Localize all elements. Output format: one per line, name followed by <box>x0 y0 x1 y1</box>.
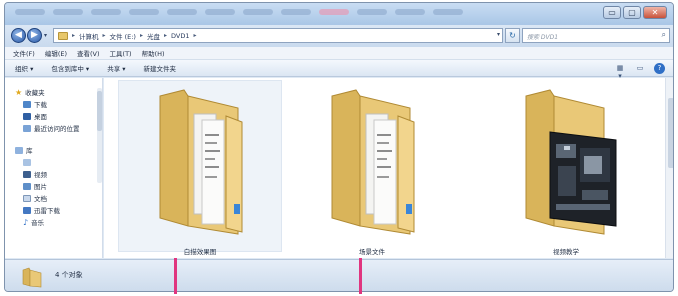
annotation-marker <box>359 258 362 294</box>
search-placeholder: 搜索 DVD1 <box>527 34 559 41</box>
include-in-library-button[interactable]: 包含到库中 ▾ <box>51 63 89 73</box>
star-icon: ★ <box>15 87 23 97</box>
nav-item-pictures[interactable]: 图片 <box>5 180 102 192</box>
close-button[interactable]: ✕ <box>643 6 667 19</box>
new-folder-button[interactable]: 新建文件夹 <box>144 63 177 73</box>
refresh-button[interactable]: ↻ <box>505 28 520 43</box>
folder-item[interactable]: 场景文件 <box>312 86 432 256</box>
navigation-pane: ★ 收藏夹 下载 桌面 最近访问的位置 库 视频 图片 文档 迅雷下载 ♪ 音乐 <box>5 78 103 258</box>
folder-label: 白描效果图 <box>183 248 217 256</box>
folder-icon <box>525 89 617 235</box>
library-folder-icon <box>23 158 31 166</box>
menu-help[interactable]: 帮助(H) <box>142 48 165 58</box>
folder-icon <box>58 31 68 40</box>
item-count: 4 个对象 <box>55 271 83 279</box>
music-icon: ♪ <box>23 217 29 227</box>
nav-item-desktop[interactable]: 桌面 <box>5 110 102 122</box>
file-list: 白描效果图 场景文件 视频教学 <box>104 78 673 258</box>
address-bar[interactable]: ▸ 计算机 ▸ 文件 (E:) ▸ 光盘 ▸ DVD1 ▸ ▾ <box>53 28 503 43</box>
nav-item-documents[interactable]: 文档 <box>5 192 102 204</box>
breadcrumb-dvd1[interactable]: DVD1 <box>171 32 189 40</box>
share-button[interactable]: 共享 ▾ <box>107 63 125 73</box>
nav-item-downloads[interactable]: 下载 <box>5 98 102 110</box>
breadcrumb-computer[interactable]: 计算机 <box>79 31 99 41</box>
nav-libraries[interactable]: 库 <box>5 144 102 156</box>
preview-pane-icon[interactable]: ▭ <box>634 64 646 74</box>
maximize-button[interactable]: ▢ <box>623 6 641 19</box>
title-decoration <box>15 9 463 15</box>
desktop-icon <box>23 112 31 120</box>
search-icon[interactable]: ⌕ <box>662 30 666 40</box>
command-bar: 组织 ▾ 包含到库中 ▾ 共享 ▾ 新建文件夹 ▦ ▾ ▭ ? <box>5 60 673 80</box>
folder-icon <box>159 89 243 235</box>
window-controls: ▭ ▢ ✕ <box>603 6 667 19</box>
video-icon <box>23 170 31 178</box>
recent-pages-dropdown[interactable]: ▾ <box>44 32 47 39</box>
picture-icon <box>23 182 31 190</box>
folder-icon <box>331 89 415 235</box>
search-input[interactable]: 搜索 DVD1 ⌕ <box>522 28 670 43</box>
minimize-button[interactable]: ▭ <box>603 6 621 19</box>
nav-item-videos[interactable]: 视频 <box>5 168 102 180</box>
folder-item[interactable]: 视频教学 <box>506 86 626 256</box>
menu-bar: 文件(F) 编辑(E) 查看(V) 工具(T) 帮助(H) <box>5 47 673 60</box>
download-icon <box>23 100 31 108</box>
organize-button[interactable]: 组织 ▾ <box>15 63 33 73</box>
nav-favorites[interactable]: ★ 收藏夹 <box>5 86 102 98</box>
annotation-marker <box>174 258 177 294</box>
menu-tools[interactable]: 工具(T) <box>110 48 132 58</box>
status-bar: 4 个对象 <box>5 259 673 291</box>
folder-label: 视频教学 <box>553 248 579 256</box>
change-view-icon[interactable]: ▦ ▾ <box>614 64 626 80</box>
recent-places-icon <box>23 124 31 132</box>
menu-edit[interactable]: 编辑(E) <box>45 48 67 58</box>
help-icon[interactable]: ? <box>654 63 665 74</box>
folder-label: 场景文件 <box>359 248 385 256</box>
menu-file[interactable]: 文件(F) <box>13 48 35 58</box>
explorer-window: ▭ ▢ ✕ ◀ ▶ ▾ ▸ 计算机 ▸ 文件 (E:) ▸ 光盘 ▸ DVD1 … <box>4 2 674 292</box>
back-button[interactable]: ◀ <box>11 28 26 43</box>
breadcrumb-drive[interactable]: 文件 (E:) <box>110 31 136 41</box>
document-icon <box>23 194 31 202</box>
nav-item-library-root[interactable] <box>5 156 102 168</box>
address-row: ◀ ▶ ▾ ▸ 计算机 ▸ 文件 (E:) ▸ 光盘 ▸ DVD1 ▸ ▾ ↻ … <box>5 25 673 47</box>
forward-button[interactable]: ▶ <box>27 28 42 43</box>
library-icon <box>15 146 23 154</box>
nav-item-recent[interactable]: 最近访问的位置 <box>5 122 102 134</box>
menu-view[interactable]: 查看(V) <box>77 48 100 58</box>
address-dropdown-icon[interactable]: ▾ <box>497 31 500 38</box>
view-controls: ▦ ▾ ▭ ? <box>614 63 665 80</box>
title-bar: ▭ ▢ ✕ <box>5 3 673 25</box>
thunder-download-icon <box>23 206 31 214</box>
nav-scrollbar[interactable] <box>97 88 102 183</box>
folder-icon <box>22 267 42 288</box>
nav-item-music[interactable]: ♪ 音乐 <box>5 216 102 228</box>
breadcrumb-disc[interactable]: 光盘 <box>147 31 160 41</box>
folder-item[interactable]: 白描效果图 <box>140 86 260 256</box>
content-scrollbar[interactable] <box>665 78 673 258</box>
nav-item-thunder-downloads[interactable]: 迅雷下载 <box>5 204 102 216</box>
